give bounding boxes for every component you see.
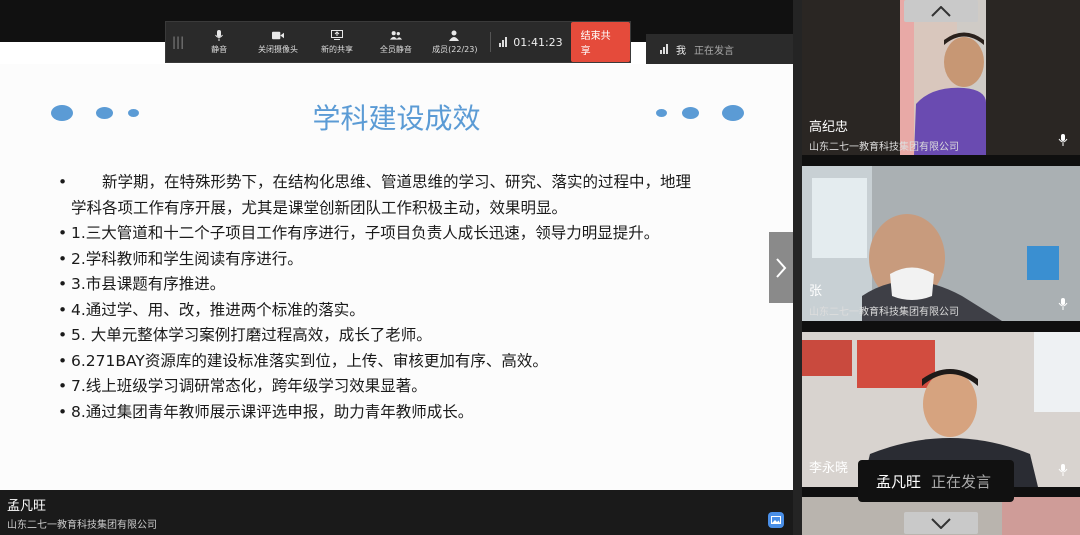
participant-panel: 高纪忠 山东二七一教育科技集团有限公司 张 山东二七一教育科技集团有限公司 李永… [802, 0, 1080, 535]
bullet-text: 4.通过学、用、改，推进两个标准的落实。 [71, 300, 365, 319]
chevron-down-icon [931, 517, 951, 529]
bullet-mark: • [58, 351, 68, 370]
bullet-line: • 6.271BAY资源库的建设标准落实到位，上传、审核更加有序、高效。 [58, 349, 748, 375]
presenter-name: 孟凡旺 [7, 499, 47, 514]
participant-org: 山东二七一教育科技集团有限公司 [809, 307, 959, 318]
speaker-status: 正在发言 [694, 45, 734, 57]
speaking-popup: 孟凡旺 正在发言 [858, 460, 1014, 502]
participant-video [802, 166, 1080, 321]
microphone-icon [1058, 134, 1068, 146]
mute-all-label: 全员静音 [379, 44, 412, 54]
bullet-mark: • [58, 173, 68, 191]
bullet-line: • 7.线上班级学习调研常态化，跨年级学习效果显著。 [58, 374, 748, 400]
slide-title: 学科建设成效 [312, 102, 481, 135]
new-share-button[interactable]: 新的共享 [308, 30, 367, 55]
mute-all-button[interactable]: 全员静音 [366, 30, 425, 55]
bullet-text: 6.271BAY资源库的建设标准落实到位，上传、审核更加有序、高效。 [71, 351, 548, 370]
bullet-text: 2.学科教师和学生阅读有序进行。 [71, 249, 303, 268]
bullet-text: 8.通过集团青年教师展示课评选申报，助力青年教师成长。 [71, 402, 474, 421]
panel-divider [793, 0, 802, 535]
mute-all-icon [389, 30, 402, 41]
bullet-mark: • [58, 224, 68, 242]
bullet-text: 7.线上班级学习调研常态化，跨年级学习效果显著。 [71, 377, 427, 395]
participant-name: 李永晓 [809, 461, 849, 476]
bullet-line: • 2.学科教师和学生阅读有序进行。 [58, 247, 748, 273]
bullet-line: • 4.通过学、用、改，推进两个标准的落实。 [58, 298, 748, 324]
members-button[interactable]: 成员(22/23) [425, 30, 484, 55]
microphone-icon [1058, 298, 1068, 310]
signal-icon [660, 44, 668, 54]
chevron-right-icon [776, 257, 787, 278]
meeting-window: 学科建设成效 • 新学期，在特殊形势下，在结构化思维、管道思维的学习、研究、落实… [0, 0, 1080, 535]
participant-tile[interactable]: 张 山东二七一教育科技集团有限公司 [802, 166, 1080, 321]
speaker-name: 我 [676, 45, 686, 57]
timer-text: 01:41:23 [513, 35, 563, 49]
picture-icon[interactable] [768, 512, 784, 528]
speaking-popup-status: 正在发言 [931, 472, 992, 491]
microphone-icon [1058, 464, 1068, 476]
participant-name: 张 [809, 284, 823, 299]
shared-screen: 学科建设成效 • 新学期，在特殊形势下，在结构化思维、管道思维的学习、研究、落实… [0, 0, 793, 535]
bullet-line: 学科各项工作有序开展，尤其是课堂创新团队工作积极主动，效果明显。 [58, 196, 748, 222]
bullet-mark: • [58, 275, 68, 293]
presenter-org: 山东二七一教育科技集团有限公司 [7, 520, 157, 531]
bullet-line: • 8.通过集团青年教师展示课评选申报，助力青年教师成长。 [58, 400, 748, 426]
next-page-button[interactable] [769, 232, 793, 303]
bullet-line: • 1.三大管道和十二个子项目工作有序进行，子项目负责人成长迅速，领导力明显提升。 [58, 221, 748, 247]
drag-handle-icon[interactable]: ||| [172, 35, 190, 49]
members-label: 成员(22/23) [432, 44, 478, 54]
camera-icon [272, 30, 285, 41]
bullet-mark: • [58, 249, 68, 268]
mute-button[interactable]: 静音 [190, 29, 249, 55]
bullet-mark: • [58, 402, 68, 421]
microphone-icon [213, 29, 225, 41]
chevron-up-icon [931, 5, 951, 17]
speaking-popup-name: 孟凡旺 [876, 472, 922, 491]
bullet-text: 1.三大管道和十二个子项目工作有序进行，子项目负责人成长迅速，领导力明显提升。 [71, 224, 660, 242]
scroll-up-button[interactable] [904, 0, 978, 22]
slide-bullets: • 新学期，在特殊形势下，在结构化思维、管道思维的学习、研究、落实的过程中，地理… [58, 170, 748, 425]
scroll-down-button[interactable] [904, 512, 978, 534]
share-screen-icon [330, 30, 343, 41]
participant-tile[interactable]: 高纪忠 山东二七一教育科技集团有限公司 [802, 0, 1080, 155]
bullet-mark: • [58, 300, 68, 319]
meeting-timer: 01:41:23 [499, 35, 563, 49]
bullet-text: 新学期，在特殊形势下，在结构化思维、管道思维的学习、研究、落实的过程中，地理 [71, 173, 692, 191]
bullet-text: 3.市县课题有序推进。 [71, 275, 226, 293]
participant-org: 山东二七一教育科技集团有限公司 [809, 142, 959, 153]
mute-label: 静音 [211, 44, 228, 54]
speaking-indicator: 我 正在发言 [646, 34, 793, 64]
bullet-line: • 新学期，在特殊形势下，在结构化思维、管道思维的学习、研究、落实的过程中，地理 [58, 170, 748, 196]
bullet-line: • 3.市县课题有序推进。 [58, 272, 748, 298]
bullet-line: • 5. 大单元整体学习案例打磨过程高效，成长了老师。 [58, 323, 748, 349]
participant-name: 高纪忠 [809, 120, 849, 135]
bullet-mark: • [58, 326, 68, 344]
camera-off-button[interactable]: 关闭摄像头 [249, 30, 308, 55]
toolbar-divider [490, 32, 492, 52]
bullet-text: 5. 大单元整体学习案例打磨过程高效，成长了老师。 [71, 326, 432, 344]
signal-icon [499, 37, 508, 47]
bullet-text: 学科各项工作有序开展，尤其是课堂创新团队工作积极主动，效果明显。 [71, 198, 568, 217]
camera-off-label: 关闭摄像头 [258, 44, 299, 54]
members-icon [449, 30, 461, 41]
meeting-toolbar: ||| 静音 关闭摄像头 新的共享 全员静音 成员(22/23) 01:41:2… [165, 21, 631, 63]
new-share-label: 新的共享 [320, 44, 353, 54]
stop-share-button[interactable]: 结束共享 [570, 22, 630, 62]
bullet-mark: • [58, 377, 68, 395]
